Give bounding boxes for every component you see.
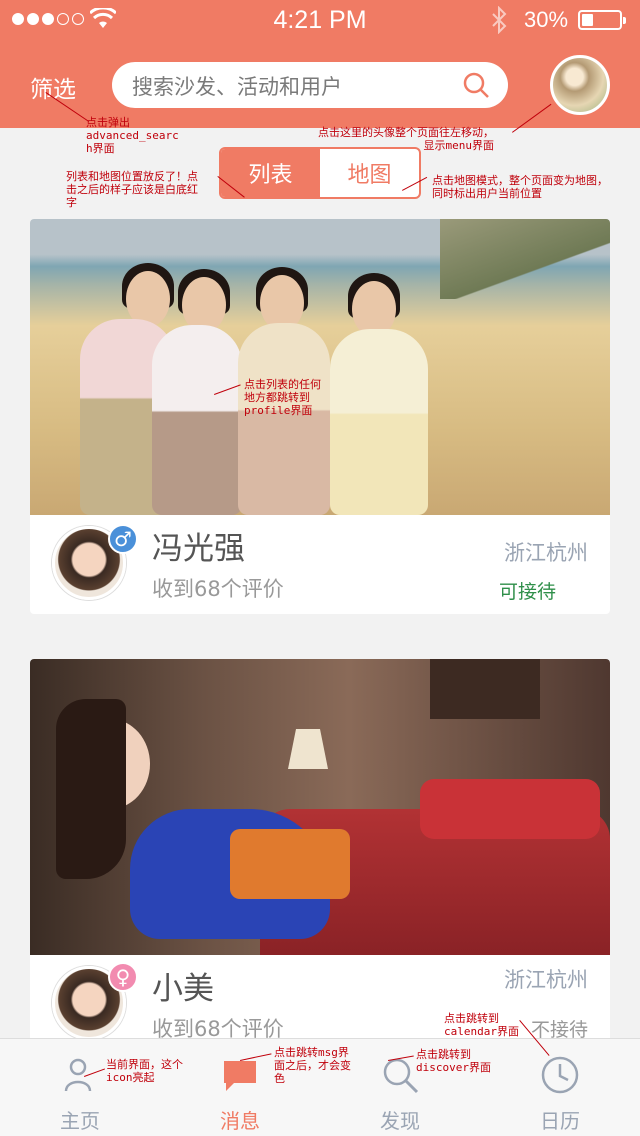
calendar-clock-icon [541,1056,579,1094]
annotation-calendar: 点击跳转到 calendar界面 [444,1012,519,1038]
listing-card[interactable]: ♀ 小美 收到68个评价 浙江杭州 不接待 [30,659,610,1059]
search-icon[interactable] [462,71,490,99]
host-name: 冯光强 [152,531,245,567]
battery-icon [578,10,626,30]
annotation-card: 点击列表的任何 地方都跳转到 profile界面 [244,378,321,417]
male-gender-icon: ♂ [108,524,138,554]
home-icon [64,1058,92,1092]
host-name: 小美 [152,971,214,1007]
view-toggle: 列表 地图 [219,147,421,199]
host-city: 浙江杭州 [504,541,588,565]
tab-calendar[interactable]: 日历 [500,1039,620,1136]
status-bar: 4:21 PM 30% [0,0,640,40]
tab-home-label: 主页 [60,1109,100,1133]
annotation-toggle: 列表和地图位置放反了！点 击之后的样子应该是白底红 字 [66,170,198,209]
filter-button[interactable]: 筛选 [30,70,76,104]
availability-status: 可接待 [498,581,556,603]
annotation-home: 当前界面，这个 icon亮起 [106,1058,183,1084]
annotation-map: 点击地图模式，整个页面变为地图， 同时标出用户当前位置 [432,174,608,200]
review-count: 收到68个评价 [152,577,284,601]
listing-photo[interactable] [30,659,610,955]
annotation-discover: 点击跳转到 discover界面 [416,1048,491,1074]
host-city: 浙江杭州 [504,968,588,992]
user-avatar-menu-button[interactable] [550,55,610,115]
tab-calendar-label: 日历 [540,1109,580,1133]
tab-messages-label: 消息 [220,1109,260,1133]
discover-search-icon [383,1058,419,1094]
search-placeholder: 搜索沙发、活动和用户 [132,75,342,99]
bluetooth-icon [492,6,507,34]
battery-level [582,14,593,26]
annotation-filter: 点击弹出 advanced_searc h界面 [86,116,179,155]
tab-discover-label: 发现 [380,1109,420,1133]
female-gender-icon: ♀ [108,962,138,992]
battery-percent: 30% [524,7,569,32]
search-bar[interactable]: 搜索沙发、活动和用户 [112,62,508,108]
listing-photo[interactable] [30,219,610,515]
annotation-avatar: 点击这里的头像整个页面往左移动， 显示menu界面 [318,126,494,152]
tab-home[interactable]: 主页 [20,1039,140,1136]
annotation-messages: 点击跳转msg界 面之后，才会变 色 [274,1046,351,1085]
